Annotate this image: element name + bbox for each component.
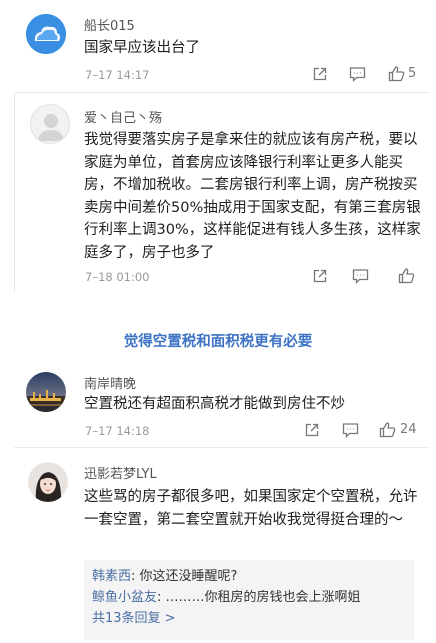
comment-text: 国家早应该出台了 — [84, 40, 200, 56]
like-button[interactable]: 5 — [388, 65, 416, 82]
comment-item: 爱丶自己丶殇 我觉得要落实房子是拿来住的就应该有房产税，要以家庭为单位，首套房应… — [0, 93, 436, 293]
reply-item: 鲸鱼小盆友: ………你租房的房钱也会上涨啊姐 — [92, 590, 361, 605]
comment-icon — [349, 67, 366, 82]
like-count: 5 — [408, 66, 417, 81]
username[interactable]: 船长015 — [84, 15, 135, 34]
share-icon — [313, 67, 327, 81]
comment-button[interactable] — [342, 422, 359, 438]
like-button[interactable] — [398, 267, 415, 284]
reply-preview[interactable]: 韩素西: 你这还没睡醒呢? 鲸鱼小盆友: ………你租房的房钱也会上涨啊姐 共13… — [84, 560, 414, 640]
comment-item: 船长015 国家早应该出台了 7–17 14:17 5 — [0, 0, 436, 92]
comment-item: 南岸晴晚 空置税还有超面积高税才能做到房住不炒 7–17 14:18 24 — [0, 360, 436, 450]
comment-item: 迅影若梦LYL 这些骂的房子都很多吧，如果国家定个空置税，允许一套空置，第二套空… — [0, 448, 436, 643]
reply-item: 韩素西: 你这还没睡醒呢? — [92, 569, 238, 584]
reply-author[interactable]: 鲸鱼小盆友 — [92, 590, 157, 605]
more-replies-link[interactable]: 共13条回复 > — [92, 608, 406, 629]
section-title: 觉得空置税和面积税更有必要 — [123, 334, 313, 350]
comment-date: 7–18 01:00 — [85, 270, 150, 284]
avatar[interactable] — [26, 372, 66, 412]
username[interactable]: 南岸晴晚 — [84, 373, 136, 392]
avatar[interactable] — [30, 104, 70, 144]
share-icon — [313, 269, 327, 283]
avatar[interactable] — [28, 462, 68, 502]
username[interactable]: 迅影若梦LYL — [84, 463, 157, 482]
share-button[interactable] — [304, 422, 320, 438]
comment-icon — [342, 423, 359, 438]
comment-text: 这些骂的房子都很多吧，如果国家定个空置税，允许一套空置，第二套空置就开始收我觉得… — [84, 489, 418, 528]
comment-button[interactable] — [349, 66, 366, 82]
reply-author[interactable]: 韩素西 — [92, 569, 131, 584]
share-button[interactable] — [312, 66, 328, 82]
comment-date: 7–17 14:18 — [85, 424, 150, 438]
thumbs-up-icon — [398, 268, 415, 284]
comment-text: 空置税还有超面积高税才能做到房住不炒 — [84, 396, 345, 412]
share-button[interactable] — [312, 268, 328, 284]
reply-text: 你这还没睡醒呢? — [139, 569, 238, 584]
thumbs-up-icon — [388, 66, 405, 82]
like-count: 24 — [400, 422, 417, 437]
comment-date: 7–17 14:17 — [85, 68, 150, 82]
share-icon — [305, 423, 319, 437]
like-button[interactable]: 24 — [379, 421, 417, 438]
reply-text: ………你租房的房钱也会上涨啊姐 — [165, 590, 361, 605]
comment-button[interactable] — [352, 268, 369, 284]
avatar[interactable] — [26, 14, 66, 54]
thumbs-up-icon — [379, 422, 396, 438]
comment-text: 我觉得要落实房子是拿来住的就应该有房产税，要以家庭为单位，首套房应该降银行利率让… — [84, 132, 421, 261]
username[interactable]: 爱丶自己丶殇 — [84, 107, 162, 126]
comment-icon — [352, 269, 369, 284]
